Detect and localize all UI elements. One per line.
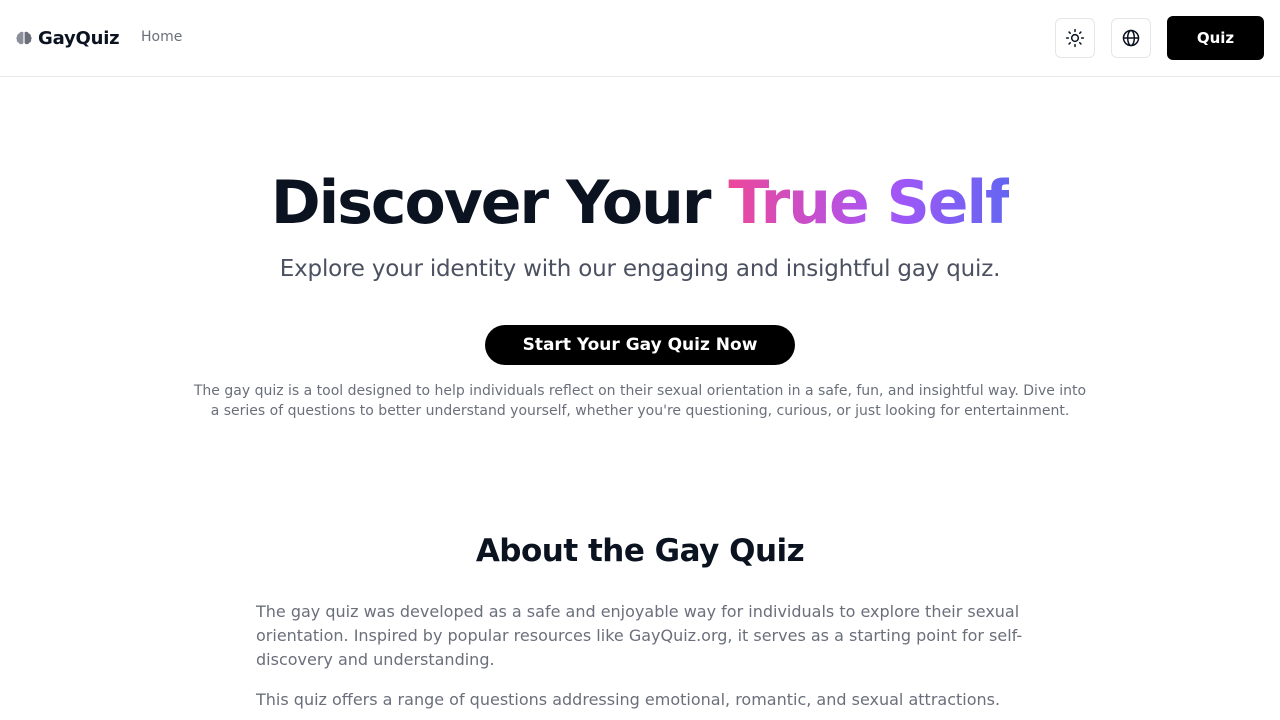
- hero-subtitle: Explore your identity with our engaging …: [279, 256, 1001, 282]
- theme-toggle-button[interactable]: [1055, 18, 1095, 58]
- language-selector-button[interactable]: [1111, 18, 1151, 58]
- quiz-button[interactable]: Quiz: [1167, 16, 1264, 60]
- about-section-title: About the Gay Quiz: [475, 533, 805, 569]
- hero-title-highlight: True Self: [728, 168, 1011, 238]
- top-navbar: GayQuiz Home Quiz: [0, 0, 1280, 77]
- hero-title: Discover Your True Self: [0, 166, 1280, 240]
- brain-icon: [16, 31, 32, 45]
- hero-title-plain: Discover Your: [270, 168, 729, 238]
- about-paragraph: The gay quiz was developed as a safe and…: [256, 602, 1023, 669]
- nav-link-home[interactable]: Home: [141, 29, 182, 45]
- globe-icon: [1122, 29, 1140, 47]
- hero-description: The gay quiz is a tool designed to help …: [193, 383, 1087, 419]
- about-paragraph: This quiz offers a range of questions ad…: [256, 690, 1001, 709]
- sun-icon: [1065, 28, 1085, 48]
- brand-logo-link[interactable]: GayQuiz: [16, 26, 120, 50]
- start-quiz-button[interactable]: Start Your Gay Quiz Now: [485, 325, 795, 365]
- brand-name: GayQuiz: [38, 27, 120, 49]
